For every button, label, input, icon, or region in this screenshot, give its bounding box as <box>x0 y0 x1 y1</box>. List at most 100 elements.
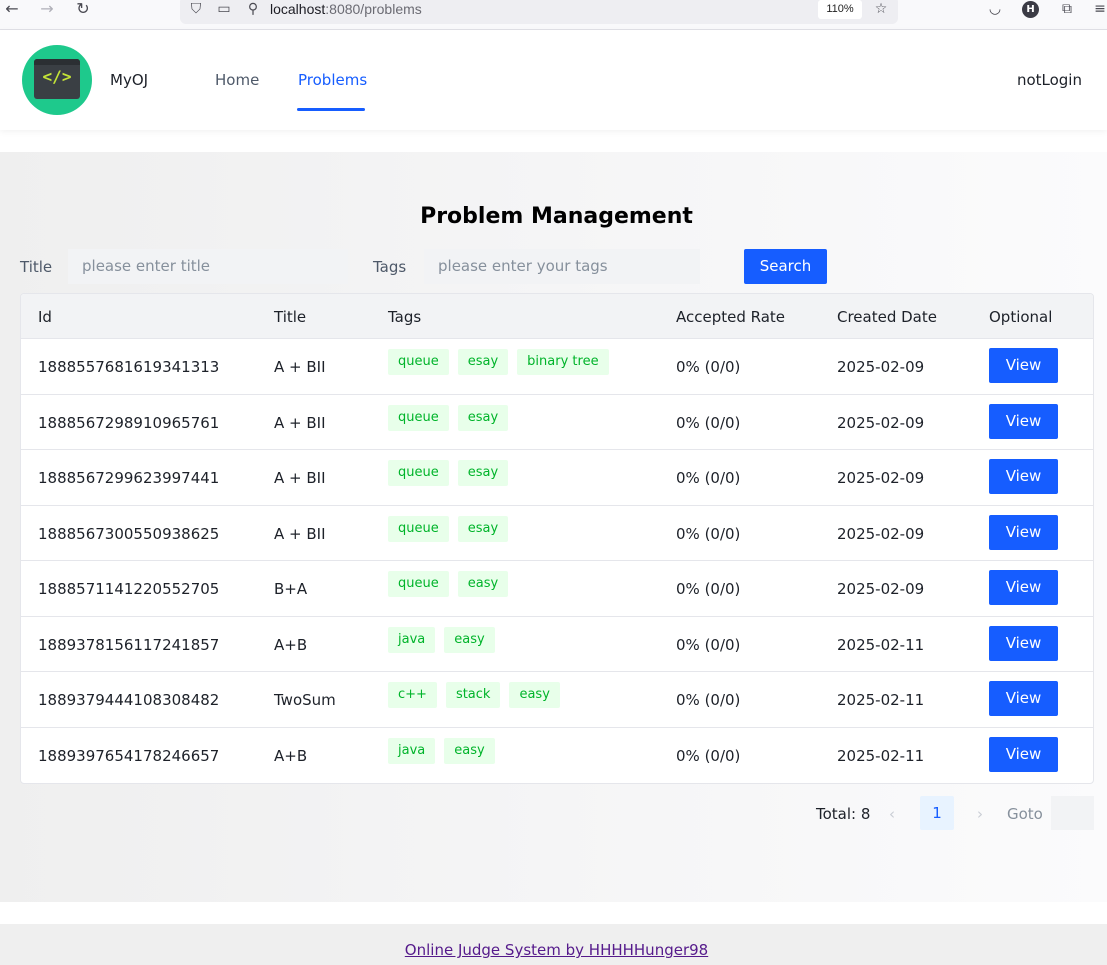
problem-tags: java easy <box>388 737 495 764</box>
table-body: 1888557681619341313 A + BII queue esay binar… <box>21 339 1093 783</box>
tag-badge: easy <box>444 737 495 764</box>
view-button[interactable]: View <box>989 348 1058 383</box>
bookmark-star-icon[interactable]: ☆ <box>871 0 891 20</box>
pocket-icon[interactable]: ◡ <box>985 0 1005 20</box>
accepted-rate: 0% (0/0) <box>676 413 741 432</box>
tag-badge: easy <box>457 571 509 597</box>
view-button[interactable]: View <box>989 681 1058 716</box>
tags-filter-label: Tags <box>373 258 407 276</box>
created-date: 2025-02-11 <box>837 746 925 765</box>
created-date: 2025-02-11 <box>837 691 925 709</box>
tag-badge: queue <box>388 571 449 597</box>
tag-badge: esay <box>457 404 509 431</box>
permissions-icon[interactable]: ⚲ <box>243 0 263 20</box>
problem-id: 1889378156117241857 <box>38 635 220 654</box>
profile-avatar[interactable]: H <box>1022 1 1039 18</box>
table-row: 1889397654178246657 A+B java easy 0% (0/0) 20… <box>21 728 1093 784</box>
problem-tags: java easy <box>388 626 495 653</box>
col-optional: Optional <box>989 308 1053 326</box>
problem-id: 1888567298910965761 <box>38 413 220 432</box>
tag-badge: esay <box>457 460 509 486</box>
view-button[interactable]: View <box>989 625 1058 661</box>
menu-icon[interactable]: ≡ <box>1090 0 1107 20</box>
problem-title: A + BII <box>274 413 326 432</box>
problem-tags: queue esay binary tree <box>388 349 609 375</box>
page-1-button[interactable]: 1 <box>920 796 954 830</box>
created-date: 2025-02-11 <box>837 635 925 654</box>
nav-home[interactable]: Home <box>215 71 259 89</box>
tag-badge: stack <box>445 682 501 708</box>
table-row: 1888557681619341313 A + BII queue esay binar… <box>21 339 1093 395</box>
table-row: 1889379444108308482 TwoSum c++ stack easy 0% … <box>21 672 1093 728</box>
page-icon[interactable]: ▭ <box>214 0 234 20</box>
prev-page-icon[interactable]: ‹ <box>889 805 895 823</box>
problem-title: A + BII <box>274 358 326 376</box>
shield-icon[interactable]: ⛉ <box>186 0 206 20</box>
tags-search-input[interactable]: please enter your tags <box>424 249 700 284</box>
tag-badge: easy <box>444 626 495 653</box>
col-tags: Tags <box>388 308 422 326</box>
total-count: Total: 8 <box>816 805 871 823</box>
page-title: Problem Management <box>420 204 693 229</box>
back-icon[interactable]: ← <box>2 0 22 20</box>
logo[interactable]: </> <box>22 45 92 115</box>
tag-badge: queue <box>388 515 449 542</box>
col-title: Title <box>274 308 307 326</box>
next-page-icon[interactable]: › <box>977 805 983 823</box>
created-date: 2025-02-09 <box>837 469 925 487</box>
accepted-rate: 0% (0/0) <box>676 635 741 654</box>
goto-label: Goto <box>1007 805 1043 823</box>
tag-badge: c++ <box>388 682 437 708</box>
problem-title: TwoSum <box>274 691 336 709</box>
nav-problems[interactable]: Problems <box>298 71 367 89</box>
brand-name[interactable]: MyOJ <box>110 71 148 89</box>
footer-link[interactable]: Online Judge System by HHHHHunger98 <box>0 941 1107 959</box>
created-date: 2025-02-09 <box>837 413 925 432</box>
problem-title: B+A <box>274 580 308 598</box>
accepted-rate: 0% (0/0) <box>676 469 741 487</box>
created-date: 2025-02-09 <box>837 580 925 598</box>
tag-badge: easy <box>509 682 560 708</box>
url-path: :8080/problems <box>325 1 422 17</box>
search-button[interactable]: Search <box>744 249 827 284</box>
tag-badge: binary tree <box>517 349 609 375</box>
site-footer: Online Judge System by HHHHHunger98 <box>0 924 1107 965</box>
site-header: </> MyOJ Home Problems notLogin <box>0 30 1107 130</box>
accepted-rate: 0% (0/0) <box>676 580 741 598</box>
table-row: 1888567298910965761 A + BII queue esay 0% (0… <box>21 395 1093 450</box>
tag-badge: queue <box>388 404 449 431</box>
view-button[interactable]: View <box>989 736 1058 772</box>
reload-icon[interactable]: ↻ <box>73 0 93 20</box>
tag-badge: esay <box>457 515 509 542</box>
problem-title: A + BII <box>274 524 326 543</box>
extensions-icon[interactable]: ⧉ <box>1057 0 1077 20</box>
view-button[interactable]: View <box>989 514 1058 550</box>
tag-badge: java <box>388 626 436 653</box>
title-search-input[interactable]: please enter title <box>68 249 348 284</box>
user-status[interactable]: notLogin <box>1017 71 1082 89</box>
view-button[interactable]: View <box>989 570 1058 605</box>
goto-page-input[interactable] <box>1051 796 1094 830</box>
table-row: 1888567300550938625 A + BII queue esay 0% (0… <box>21 506 1093 561</box>
code-window-icon: </> <box>34 59 80 99</box>
forward-icon[interactable]: → <box>37 0 57 20</box>
view-button[interactable]: View <box>989 403 1058 439</box>
accepted-rate: 0% (0/0) <box>676 746 741 765</box>
accepted-rate: 0% (0/0) <box>676 691 741 709</box>
created-date: 2025-02-09 <box>837 358 925 376</box>
problems-table: Id Title Tags Accepted Rate Created Date… <box>20 293 1094 784</box>
accepted-rate: 0% (0/0) <box>676 358 741 376</box>
url-text[interactable]: localhost:8080/problems <box>270 0 422 18</box>
tag-badge: queue <box>388 460 449 486</box>
table-header: Id Title Tags Accepted Rate Created Date… <box>21 294 1093 339</box>
problem-id: 1889379444108308482 <box>38 691 220 709</box>
browser-toolbar: ← → ↻ ⛉ ▭ ⚲ localhost:8080/problems 110%… <box>0 0 1107 30</box>
problem-id: 1889397654178246657 <box>38 746 220 765</box>
view-button[interactable]: View <box>989 459 1058 494</box>
created-date: 2025-02-09 <box>837 524 925 543</box>
tag-badge: esay <box>457 349 509 375</box>
col-id: Id <box>38 308 52 326</box>
problem-id: 1888557681619341313 <box>38 358 220 376</box>
problem-tags: c++ stack easy <box>388 682 560 708</box>
zoom-badge[interactable]: 110% <box>818 0 862 19</box>
